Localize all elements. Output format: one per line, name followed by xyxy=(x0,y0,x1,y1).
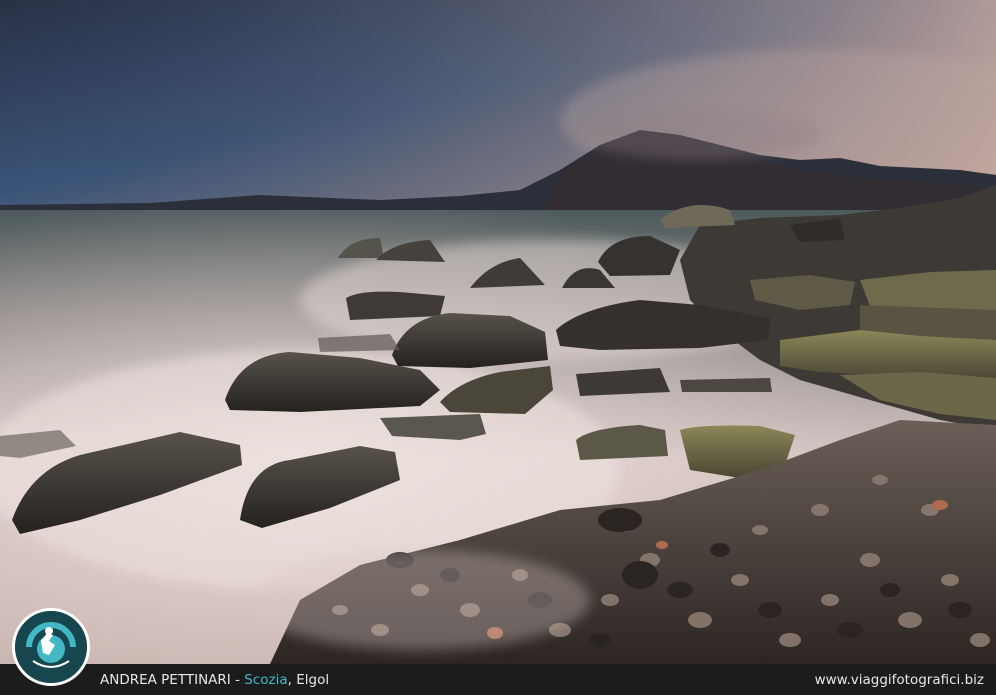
seascape-illustration xyxy=(0,0,996,664)
site-logo[interactable] xyxy=(12,608,90,686)
website-link[interactable]: www.viaggifotografici.biz xyxy=(815,672,984,688)
caption-comma: , xyxy=(287,671,297,688)
caption-separator: - xyxy=(230,671,245,688)
caption-bar: ANDREA PETTINARI - Scozia, Elgol www.via… xyxy=(0,664,996,695)
landscape-photo xyxy=(0,0,996,664)
author-name: ANDREA PETTINARI xyxy=(100,671,231,688)
country-name: Scozia xyxy=(244,671,288,688)
photographer-icon xyxy=(15,611,87,683)
photo-credit: ANDREA PETTINARI - Scozia, Elgol xyxy=(100,672,329,688)
place-name: Elgol xyxy=(296,671,330,688)
